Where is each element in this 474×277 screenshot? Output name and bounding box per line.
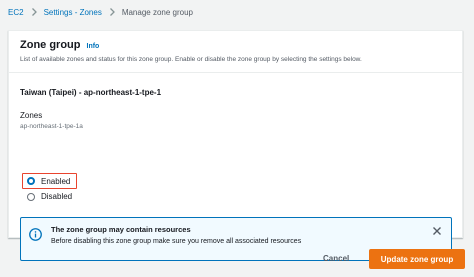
cancel-button[interactable]: Cancel xyxy=(323,254,349,263)
zone-group-panel: Zone group Info List of available zones … xyxy=(8,30,463,261)
zones-label: Zones xyxy=(20,111,43,120)
radio-disabled-control[interactable] xyxy=(27,192,35,201)
zone-group-name: Taiwan (Taipei) - ap-northeast-1-tpe-1 xyxy=(20,88,162,97)
chevron-right-icon xyxy=(29,7,39,17)
breadcrumb-current: Manage zone group xyxy=(121,7,193,17)
breadcrumb-ec2[interactable]: EC2 xyxy=(8,8,24,17)
close-icon[interactable] xyxy=(432,226,442,236)
radio-disabled-label: Disabled xyxy=(41,192,73,201)
breadcrumb: EC2 Settings - Zones Manage zone group xyxy=(8,5,193,19)
enabled-option-highlight: Enabled xyxy=(22,173,77,189)
alert-text: Before disabling this zone group make su… xyxy=(51,238,302,245)
chevron-right-icon xyxy=(107,7,117,17)
info-icon xyxy=(29,228,42,241)
zones-value: ap-northeast-1-tpe-1a xyxy=(20,123,83,130)
panel-header: Zone group Info List of available zones … xyxy=(9,31,462,73)
alert-title: The zone group may contain resources xyxy=(51,225,191,234)
panel-description: List of available zones and status for t… xyxy=(20,56,362,63)
radio-disabled[interactable]: Disabled xyxy=(27,189,72,204)
panel-body: Taiwan (Taipei) - ap-northeast-1-tpe-1 Z… xyxy=(9,88,462,130)
breadcrumb-settings-zones[interactable]: Settings - Zones xyxy=(44,8,102,17)
info-link[interactable]: Info xyxy=(87,43,100,50)
radio-enabled-label: Enabled xyxy=(41,176,71,186)
radio-enabled[interactable]: Enabled xyxy=(27,174,70,189)
radio-enabled-control[interactable] xyxy=(27,177,35,185)
page-title: Zone group xyxy=(20,39,81,51)
update-zone-group-button[interactable]: Update zone group xyxy=(369,249,465,269)
